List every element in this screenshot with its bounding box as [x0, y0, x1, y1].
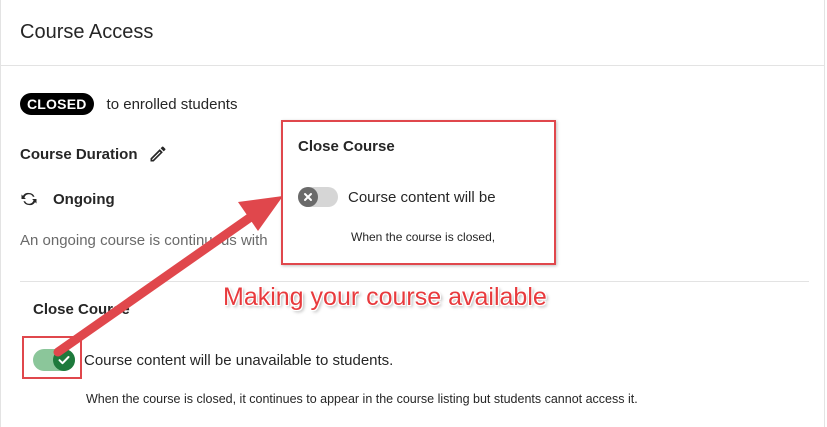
ongoing-description: An ongoing course is continuous with — [20, 232, 268, 249]
x-icon — [304, 193, 312, 201]
callout-toggle[interactable] — [298, 187, 338, 207]
ongoing-row: Ongoing — [20, 190, 115, 208]
course-duration-row: Course Duration — [20, 144, 168, 164]
close-course-zoom-callout: Close Course Course content will be When… — [281, 120, 556, 265]
callout-toggle-label: Course content will be — [348, 188, 496, 206]
status-row: CLOSED to enrolled students — [20, 93, 237, 115]
callout-title: Close Course — [298, 138, 395, 155]
callout-toggle-row: Course content will be — [298, 187, 496, 207]
toggle-knob-off — [298, 187, 318, 207]
panel-header: Course Access — [1, 0, 824, 66]
status-text: to enrolled students — [106, 95, 238, 113]
callout-subtext: When the course is closed, — [351, 230, 496, 244]
annotation-caption: Making your course available — [223, 283, 547, 311]
close-course-toggle-label: Course content will be unavailable to st… — [84, 351, 394, 369]
status-badge: CLOSED — [20, 93, 94, 115]
course-duration-label: Course Duration — [20, 145, 138, 163]
close-course-subtext: When the course is closed, it continues … — [86, 392, 638, 406]
panel-title: Course Access — [20, 21, 154, 43]
toggle-highlight-box — [22, 336, 82, 379]
section-divider — [20, 281, 809, 282]
edit-pencil-icon[interactable] — [148, 144, 168, 164]
close-course-title: Close Course — [33, 301, 130, 318]
ongoing-label: Ongoing — [53, 190, 115, 208]
close-course-toggle-row: Course content will be unavailable to st… — [33, 349, 393, 371]
refresh-cycle-icon — [21, 192, 37, 206]
